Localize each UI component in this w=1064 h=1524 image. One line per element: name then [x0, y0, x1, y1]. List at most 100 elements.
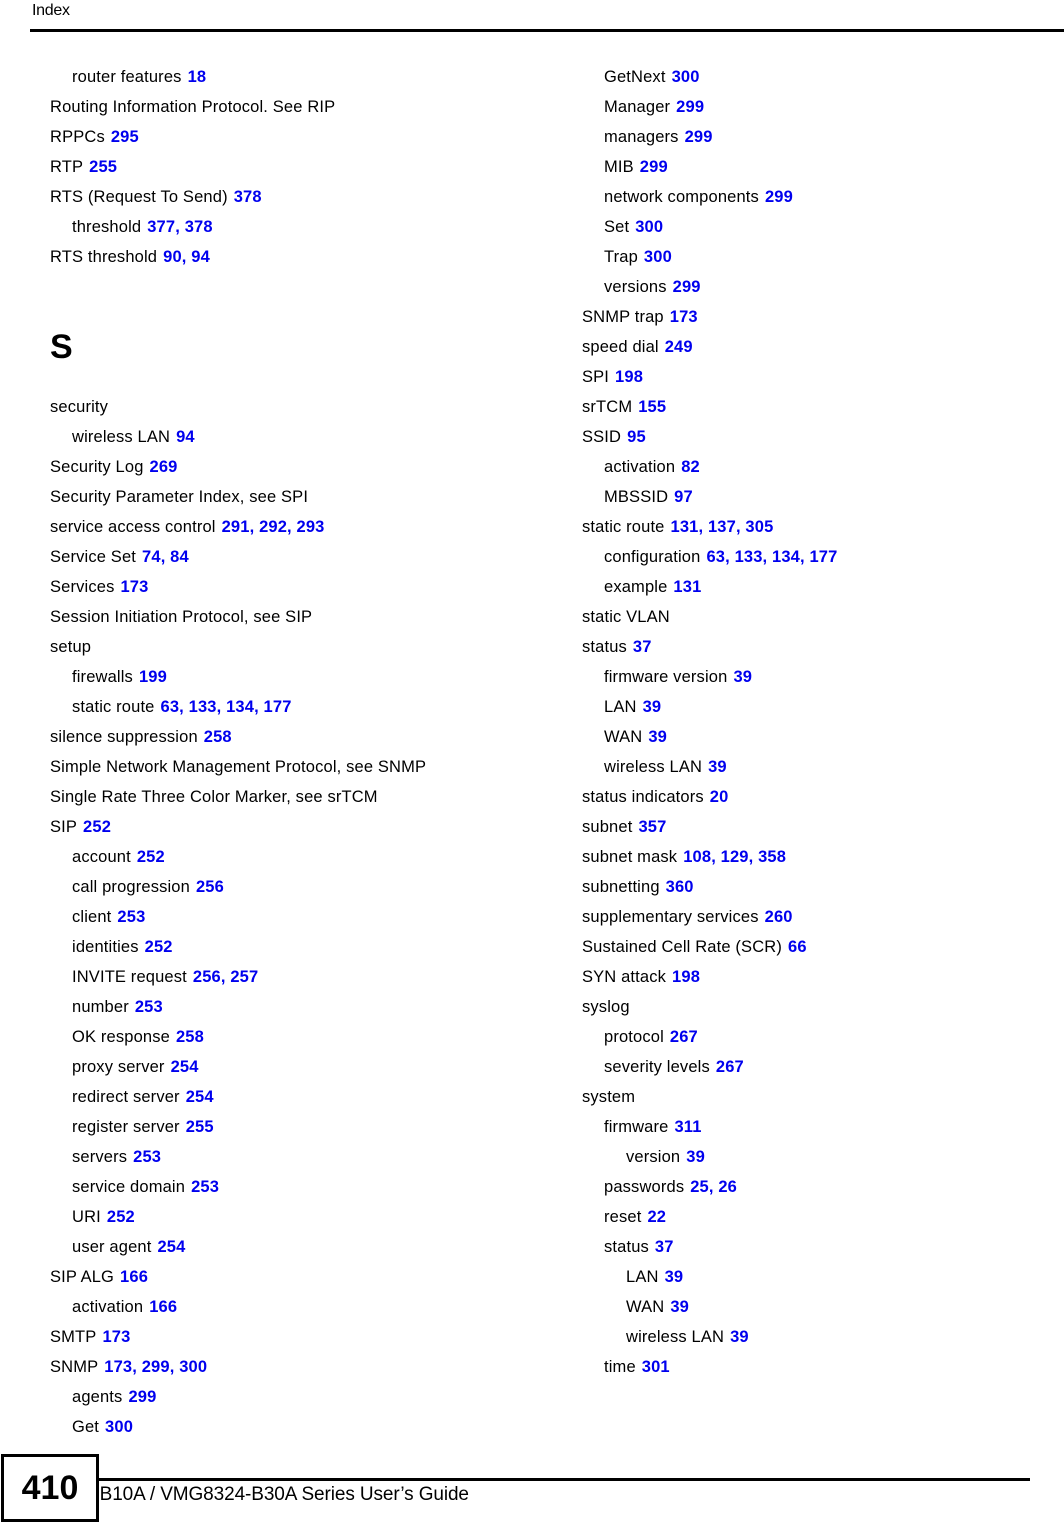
index-entry: reset 22: [582, 1202, 1062, 1232]
index-page-number-link[interactable]: 108: [683, 848, 711, 866]
index-page-number-link[interactable]: 131: [671, 518, 699, 536]
index-page-number-link[interactable]: 358: [758, 848, 786, 866]
index-page-number-link[interactable]: 173: [102, 1328, 130, 1346]
index-page-number-link[interactable]: 133: [735, 548, 763, 566]
index-page-number-link[interactable]: 198: [672, 968, 700, 986]
index-page-number-link[interactable]: 258: [204, 728, 232, 746]
index-page-number-link[interactable]: 39: [665, 1268, 684, 1286]
index-page-number-link[interactable]: 260: [765, 908, 793, 926]
index-page-number-link[interactable]: 254: [186, 1088, 214, 1106]
index-page-number-link[interactable]: 300: [179, 1358, 207, 1376]
index-page-number-link[interactable]: 292: [259, 518, 287, 536]
index-page-number-link[interactable]: 97: [674, 488, 693, 506]
index-page-number-link[interactable]: 173: [120, 578, 148, 596]
index-page-number-link[interactable]: 133: [189, 698, 217, 716]
index-page-number-link[interactable]: 37: [633, 638, 652, 656]
index-page-number-link[interactable]: 249: [665, 338, 693, 356]
index-page-number-link[interactable]: 84: [170, 548, 189, 566]
index-page-number-link[interactable]: 301: [642, 1358, 670, 1376]
index-page-number-link[interactable]: 253: [133, 1148, 161, 1166]
index-page-number-link[interactable]: 173: [670, 308, 698, 326]
index-page-number-link[interactable]: 254: [157, 1238, 185, 1256]
index-page-number-link[interactable]: 299: [640, 158, 668, 176]
index-page-number-link[interactable]: 253: [135, 998, 163, 1016]
index-page-number-link[interactable]: 378: [234, 188, 262, 206]
index-page-number-link[interactable]: 254: [171, 1058, 199, 1076]
index-page-number-link[interactable]: 293: [297, 518, 325, 536]
index-page-number-link[interactable]: 252: [83, 818, 111, 836]
index-page-number-link[interactable]: 177: [809, 548, 837, 566]
index-page-number-link[interactable]: 137: [708, 518, 736, 536]
index-page-number-link[interactable]: 300: [644, 248, 672, 266]
index-page-number-link[interactable]: 95: [627, 428, 646, 446]
index-page-number-link[interactable]: 257: [230, 968, 258, 986]
index-page-number-link[interactable]: 252: [137, 848, 165, 866]
index-page-number-link[interactable]: 82: [681, 458, 700, 476]
index-page-number-link[interactable]: 20: [710, 788, 729, 806]
index-page-number-link[interactable]: 166: [120, 1268, 148, 1286]
index-page-number-link[interactable]: 267: [670, 1028, 698, 1046]
index-page-number-link[interactable]: 300: [105, 1418, 133, 1436]
index-page-number-link[interactable]: 39: [670, 1298, 689, 1316]
index-page-number-link[interactable]: 300: [635, 218, 663, 236]
index-page-number-link[interactable]: 94: [191, 248, 210, 266]
index-page-number-link[interactable]: 299: [673, 278, 701, 296]
index-page-number-link[interactable]: 25: [690, 1178, 709, 1196]
index-page-number-link[interactable]: 39: [708, 758, 727, 776]
index-page-number-link[interactable]: 26: [718, 1178, 737, 1196]
index-page-number-link[interactable]: 357: [638, 818, 666, 836]
index-page-number-link[interactable]: 37: [655, 1238, 674, 1256]
index-page-number-link[interactable]: 299: [765, 188, 793, 206]
index-page-number-link[interactable]: 39: [643, 698, 662, 716]
index-page-number-link[interactable]: 66: [788, 938, 807, 956]
index-page-number-link[interactable]: 267: [716, 1058, 744, 1076]
index-page-number-link[interactable]: 177: [264, 698, 292, 716]
index-page-number-link[interactable]: 256: [193, 968, 221, 986]
index-page-number-link[interactable]: 299: [142, 1358, 170, 1376]
index-page-number-link[interactable]: 131: [673, 578, 701, 596]
index-page-number-link[interactable]: 311: [674, 1118, 701, 1136]
index-page-number-link[interactable]: 39: [733, 668, 752, 686]
index-page-number-link[interactable]: 166: [149, 1298, 177, 1316]
index-page-number-link[interactable]: 134: [226, 698, 254, 716]
index-page-number-link[interactable]: 63: [706, 548, 725, 566]
index-page-number-link[interactable]: 39: [686, 1148, 705, 1166]
index-page-number-link[interactable]: 255: [186, 1118, 214, 1136]
index-page-number-link[interactable]: 255: [89, 158, 117, 176]
index-page-number-link[interactable]: 134: [772, 548, 800, 566]
index-entry: system: [582, 1082, 1062, 1112]
index-page-number-link[interactable]: 305: [745, 518, 773, 536]
index-page-number-link[interactable]: 299: [128, 1388, 156, 1406]
index-page-number-link[interactable]: 94: [176, 428, 195, 446]
index-page-number-link[interactable]: 253: [117, 908, 145, 926]
index-page-number-link[interactable]: 258: [176, 1028, 204, 1046]
index-page-number-link[interactable]: 377: [147, 218, 175, 236]
index-page-number-link[interactable]: 155: [638, 398, 666, 416]
index-page-number-link[interactable]: 199: [139, 668, 167, 686]
index-page-number-link[interactable]: 90: [163, 248, 182, 266]
index-entry-page-list: 108, 129, 358: [683, 848, 786, 866]
index-page-number-link[interactable]: 22: [647, 1208, 666, 1226]
index-page-number-link[interactable]: 252: [145, 938, 173, 956]
index-page-number-link[interactable]: 39: [730, 1328, 749, 1346]
index-page-number-link[interactable]: 63: [161, 698, 180, 716]
index-page-number-link[interactable]: 18: [188, 68, 207, 86]
index-page-number-link[interactable]: 256: [196, 878, 224, 896]
index-page-number-link[interactable]: 360: [666, 878, 694, 896]
index-page-number-link[interactable]: 129: [721, 848, 749, 866]
index-page-number-link[interactable]: 291: [222, 518, 250, 536]
index-page-number-link[interactable]: 300: [672, 68, 700, 86]
index-entry-page-list: 94: [176, 428, 195, 446]
index-page-number-link[interactable]: 295: [111, 128, 139, 146]
index-page-number-link[interactable]: 299: [676, 98, 704, 116]
index-page-number-link[interactable]: 269: [150, 458, 178, 476]
index-page-number-link[interactable]: 299: [685, 128, 713, 146]
index-page-number-link[interactable]: 39: [648, 728, 667, 746]
index-page-number-link[interactable]: 252: [107, 1208, 135, 1226]
index-entry: Security Parameter Index, see SPI: [50, 482, 530, 512]
index-page-number-link[interactable]: 74: [142, 548, 161, 566]
index-page-number-link[interactable]: 173: [104, 1358, 132, 1376]
index-page-number-link[interactable]: 378: [185, 218, 213, 236]
index-page-number-link[interactable]: 253: [191, 1178, 219, 1196]
index-page-number-link[interactable]: 198: [615, 368, 643, 386]
